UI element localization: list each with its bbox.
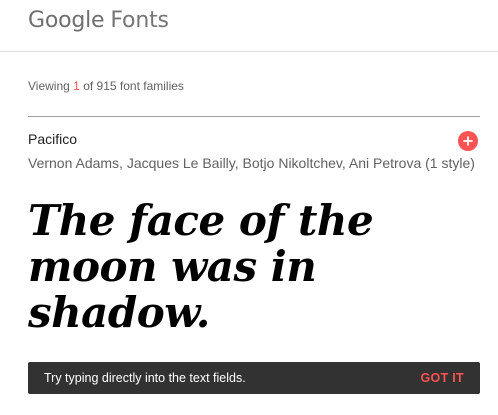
font-family-name[interactable]: Pacifico: [28, 131, 77, 147]
results-count: Viewing 1 of 915 font families: [28, 79, 184, 93]
card-divider: [28, 116, 480, 117]
plus-icon: [463, 136, 473, 146]
results-suffix: of 915 font families: [83, 79, 184, 93]
logo-product: Fonts: [110, 8, 169, 33]
google-fonts-logo[interactable]: Google Fonts: [28, 8, 169, 33]
font-designers: Vernon Adams, Jacques Le Bailly, Botjo N…: [28, 155, 475, 171]
add-font-button[interactable]: [458, 131, 478, 151]
results-shown: 1: [73, 79, 80, 93]
logo-brand: Google: [28, 8, 105, 33]
font-sample-text-field[interactable]: The face of the moon was in shadow.: [28, 198, 478, 336]
snackbar: Try typing directly into the text fields…: [28, 362, 480, 394]
snackbar-message: Try typing directly into the text fields…: [44, 371, 246, 385]
results-prefix: Viewing: [28, 79, 70, 93]
got-it-button[interactable]: GOT IT: [421, 371, 464, 385]
app-header: Google Fonts: [0, 0, 498, 52]
